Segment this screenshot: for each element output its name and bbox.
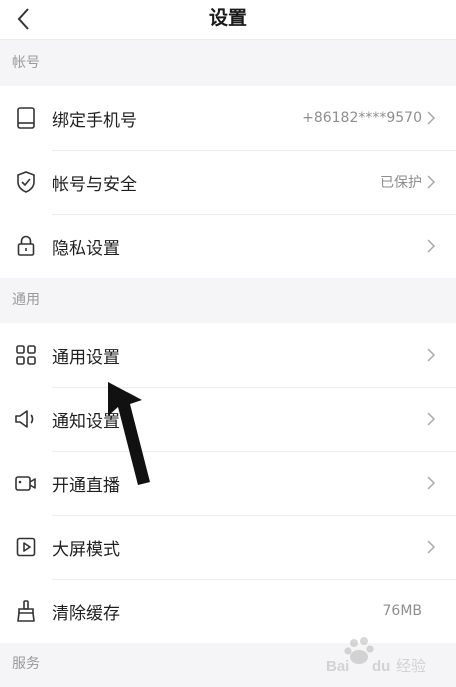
- general-group: 通用设置 通知设置 开通直播 大屏模式 清除缓存 76MB: [0, 323, 456, 643]
- section-header-account: 帐号: [12, 55, 40, 71]
- row-start-live[interactable]: 开通直播: [0, 451, 456, 515]
- row-label: 绑定手机号: [52, 110, 137, 131]
- row-label: 大屏模式: [52, 539, 120, 560]
- page-title: 设置: [208, 7, 247, 29]
- row-label: 通用设置: [52, 347, 120, 368]
- section-header-service: 服务: [12, 656, 40, 672]
- section-header-general: 通用: [12, 292, 40, 308]
- chevron-right-icon: [426, 214, 448, 278]
- row-value: +86182****9570: [302, 110, 422, 126]
- row-big-screen-mode[interactable]: 大屏模式: [0, 515, 456, 579]
- video-camera-icon: [0, 451, 52, 515]
- speaker-icon: [0, 387, 52, 451]
- grid-icon: [0, 323, 52, 387]
- lock-icon: [0, 214, 52, 278]
- row-general-settings[interactable]: 通用设置: [0, 323, 456, 387]
- chevron-right-icon: [426, 150, 448, 214]
- chevron-right-icon: [426, 86, 448, 150]
- chevron-right-icon: [426, 451, 448, 515]
- phone-icon: [0, 86, 52, 150]
- play-square-icon: [0, 515, 52, 579]
- shield-check-icon: [0, 150, 52, 214]
- chevron-right-icon: [426, 387, 448, 451]
- chevron-right-icon: [426, 323, 448, 387]
- row-notification-settings[interactable]: 通知设置: [0, 387, 456, 451]
- row-bind-phone[interactable]: 绑定手机号 +86182****9570: [0, 86, 456, 150]
- row-account-security[interactable]: 帐号与安全 已保护: [0, 150, 456, 214]
- top-nav-bar: 设置: [0, 0, 456, 40]
- row-value: 76MB: [382, 603, 423, 619]
- row-label: 通知设置: [52, 411, 120, 432]
- row-value: 已保护: [380, 175, 422, 191]
- broom-icon: [0, 579, 52, 643]
- row-label: 开通直播: [52, 475, 120, 496]
- row-clear-cache[interactable]: 清除缓存 76MB: [0, 579, 456, 643]
- account-group: 绑定手机号 +86182****9570 帐号与安全 已保护 隐私设置: [0, 86, 456, 278]
- row-label: 清除缓存: [52, 603, 120, 624]
- row-label: 隐私设置: [52, 238, 120, 259]
- chevron-right-icon: [426, 515, 448, 579]
- row-privacy-settings[interactable]: 隐私设置: [0, 214, 456, 278]
- row-label: 帐号与安全: [52, 174, 137, 195]
